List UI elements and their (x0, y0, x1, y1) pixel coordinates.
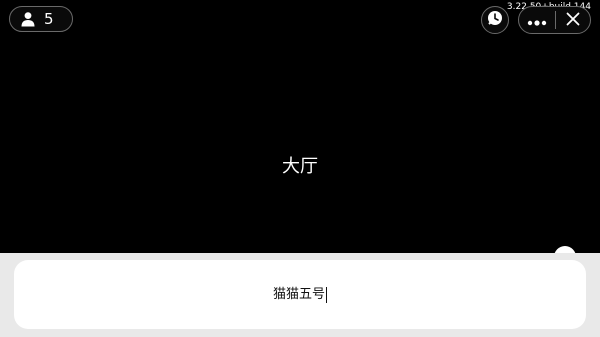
history-button[interactable] (481, 6, 509, 34)
player-count-pill[interactable]: 5 (9, 6, 73, 32)
input-panel: 猫猫五号 (0, 253, 600, 337)
clock-icon (487, 10, 503, 30)
name-input-value: 猫猫五号 (272, 286, 325, 302)
person-icon (20, 11, 36, 27)
game-screen: 5 3.22.50+build.144 (0, 0, 600, 337)
player-count: 5 (44, 10, 54, 28)
name-input-field[interactable]: 猫猫五号 (14, 260, 586, 329)
more-button[interactable] (519, 7, 555, 33)
more-dots-icon (527, 11, 547, 30)
menu-capsule (518, 6, 591, 34)
text-caret (326, 286, 327, 303)
close-button[interactable] (556, 7, 590, 33)
close-icon (566, 11, 580, 30)
page-title: 大厅 (282, 156, 318, 177)
